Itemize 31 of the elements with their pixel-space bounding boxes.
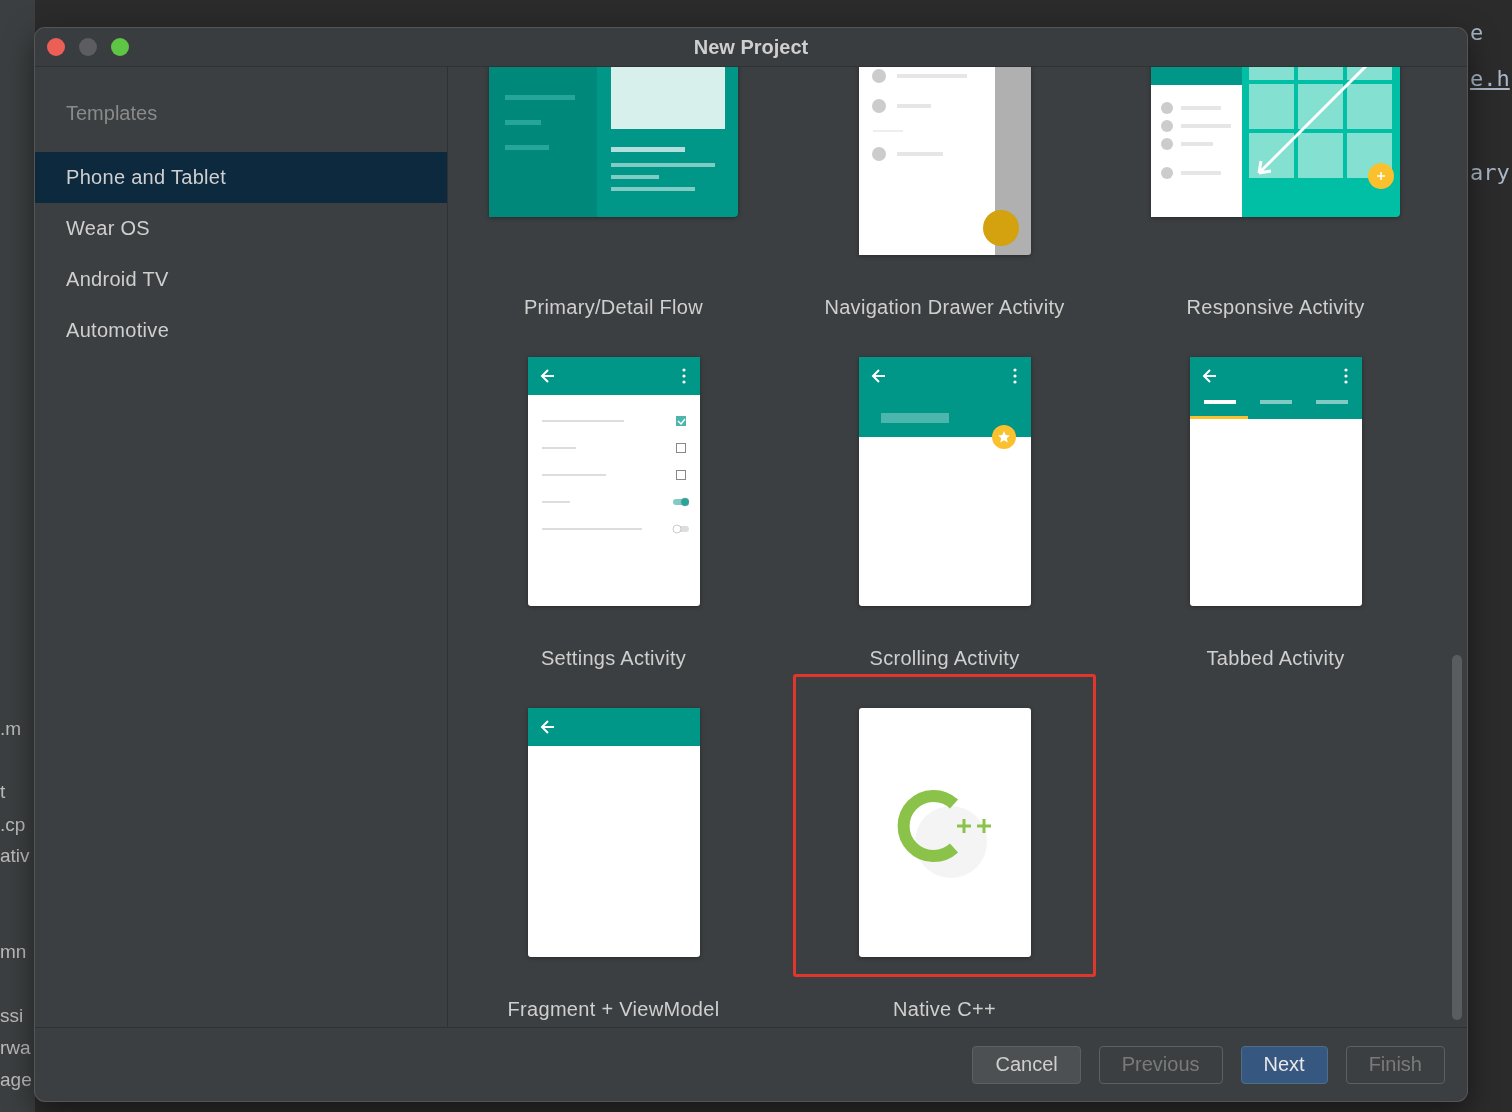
sidebar-heading: Templates [65,101,159,125]
dialog-button[interactable]: Next [1240,1045,1328,1084]
editor-text-fragment: rwa [0,1037,31,1059]
template-label: Responsive Activity [1186,295,1365,319]
editor-text-fragment: ssi [0,1005,24,1027]
editor-text-fragment: t [0,781,6,803]
dialog-button[interactable]: Cancel [972,1045,1081,1084]
editor-text-fragment: ativ [0,845,30,867]
template-label: Navigation Drawer Activity [824,295,1065,319]
editor-text-fragment: age [0,1069,32,1091]
template-preview[interactable] [793,674,1096,977]
sidebar-item[interactable]: Wear OS [35,203,447,254]
template-label: Primary/Detail Flow [523,295,704,319]
template-label: Native C++ [892,997,997,1021]
sidebar-item[interactable]: Android TV [35,254,447,305]
template-label: Scrolling Activity [869,646,1020,670]
sidebar-item[interactable]: Phone and Tablet [35,152,447,203]
editor-text-fragment: .m [0,718,22,740]
template-label: Tabbed Activity [1206,646,1345,670]
close-icon[interactable] [47,38,65,56]
template-label: Settings Activity [540,646,687,670]
zoom-icon[interactable] [111,38,129,56]
editor-text-fragment: e [1470,20,1484,45]
scrollbar-thumb[interactable] [1452,655,1462,1020]
editor-text-fragment: mn [0,941,27,963]
sidebar-item[interactable]: Automotive [35,305,447,356]
editor-text-fragment: e.h [1470,66,1510,91]
editor-text-fragment: ary [1470,160,1510,185]
window-title: New Project [693,35,809,59]
template-label: Fragment + ViewModel [507,997,720,1021]
editor-text-fragment: .cp [0,814,26,836]
